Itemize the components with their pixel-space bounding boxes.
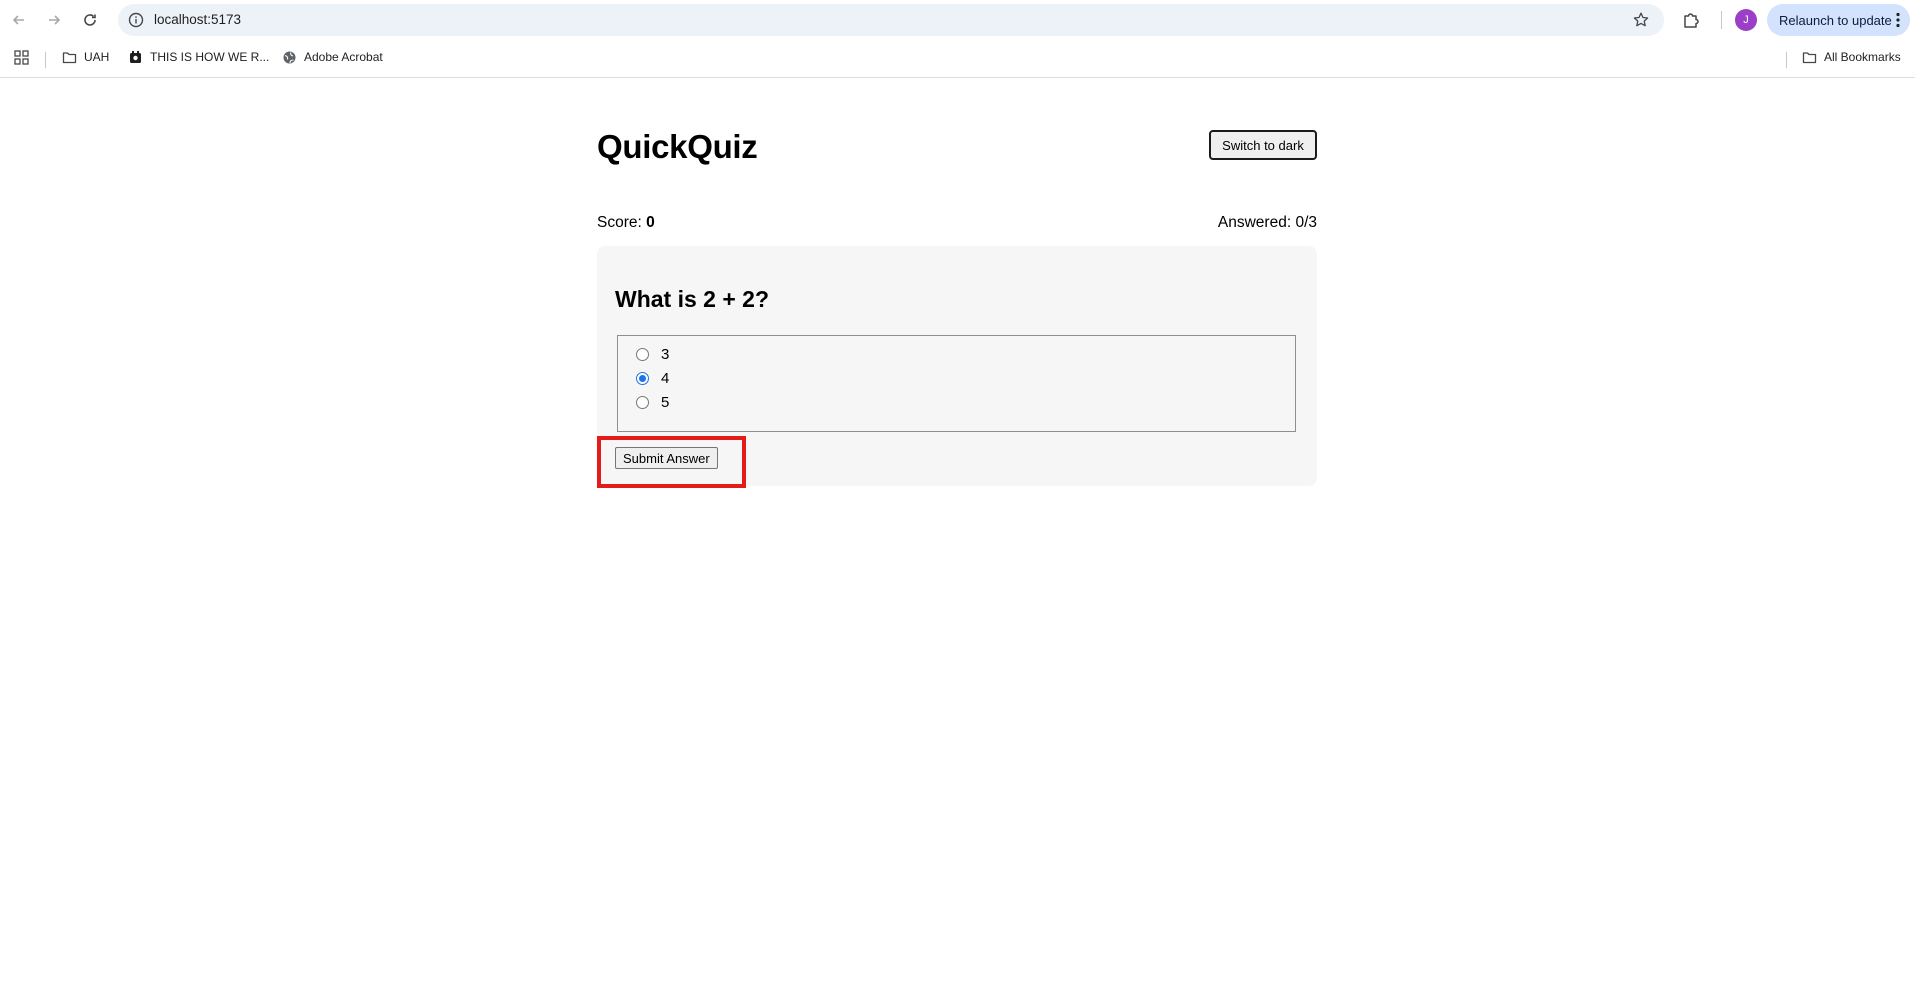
extensions-icon[interactable]: [1680, 9, 1702, 31]
site-info-icon[interactable]: [127, 11, 145, 29]
reload-icon: [84, 14, 96, 26]
globe-icon: [283, 51, 296, 63]
forward-arrow-icon: [49, 15, 61, 25]
option-3[interactable]: 3: [636, 344, 669, 364]
folder-icon: [1802, 51, 1817, 63]
bookmark-label: UAH: [84, 50, 110, 64]
all-bookmarks[interactable]: All Bookmarks: [1802, 48, 1901, 66]
bookmark-label: THIS IS HOW WE R...: [150, 50, 270, 64]
bookmark-label: Adobe Acrobat: [304, 50, 383, 64]
bookmark-uah[interactable]: UAH: [62, 48, 109, 66]
submit-answer-button[interactable]: Submit Answer: [615, 447, 718, 469]
answered-count: Answered: 0/3: [1217, 214, 1317, 231]
question-text: What is 2 + 2?: [615, 286, 770, 312]
option-5[interactable]: 5: [636, 392, 669, 412]
quiz-stats: Score: 0 Answered: 0/3: [597, 214, 1317, 234]
apps-grid-icon: [14, 49, 29, 65]
bookmark-adobe-acrobat[interactable]: Adobe Acrobat: [282, 48, 383, 66]
profile-avatar[interactable]: J: [1735, 9, 1757, 31]
toolbar-divider: [1721, 11, 1722, 29]
bookmarks-bar: UAH THIS IS HOW WE R... Adobe Acrobat Al…: [0, 42, 1915, 72]
address-bar[interactable]: localhost:5173: [118, 4, 1664, 36]
bookmarks-divider: [45, 52, 46, 68]
score-value: 0: [646, 214, 655, 231]
browser-toolbar: localhost:5173 J Relaunch to update: [0, 0, 1915, 40]
bookmark-this-is-how[interactable]: THIS IS HOW WE R...: [128, 48, 269, 66]
site-icon: [130, 50, 141, 63]
question-card: What is 2 + 2? 3 4 5 Submit Answer: [597, 246, 1317, 488]
reload-button[interactable]: [76, 6, 104, 34]
theme-toggle-button[interactable]: Switch to dark: [1209, 130, 1317, 160]
option-label: 3: [661, 345, 670, 363]
answer-options: 3 4 5: [617, 335, 1296, 432]
all-bookmarks-label: All Bookmarks: [1824, 50, 1901, 64]
radio-button[interactable]: [636, 395, 649, 409]
url-text[interactable]: localhost:5173: [154, 12, 241, 27]
option-label: 4: [661, 369, 670, 387]
relaunch-button[interactable]: Relaunch to update: [1767, 4, 1910, 36]
bookmark-star-icon[interactable]: [1632, 11, 1650, 29]
bookmarks-divider: [1786, 52, 1787, 68]
app-title: QuickQuiz: [597, 128, 758, 165]
browser-chrome: localhost:5173 J Relaunch to update UAH …: [0, 0, 1915, 78]
option-4[interactable]: 4: [636, 368, 669, 388]
back-arrow-icon: [12, 15, 24, 25]
apps-shortcut[interactable]: [14, 48, 36, 66]
score: Score: 0: [597, 214, 655, 232]
back-button[interactable]: [5, 6, 33, 34]
forward-button[interactable]: [40, 6, 68, 34]
radio-button-selected[interactable]: [636, 371, 649, 385]
more-menu-icon[interactable]: [1896, 12, 1900, 28]
option-label: 5: [661, 393, 670, 411]
score-label: Score:: [597, 214, 642, 231]
folder-icon: [62, 51, 77, 63]
relaunch-label: Relaunch to update: [1779, 13, 1892, 28]
radio-button[interactable]: [636, 347, 649, 361]
